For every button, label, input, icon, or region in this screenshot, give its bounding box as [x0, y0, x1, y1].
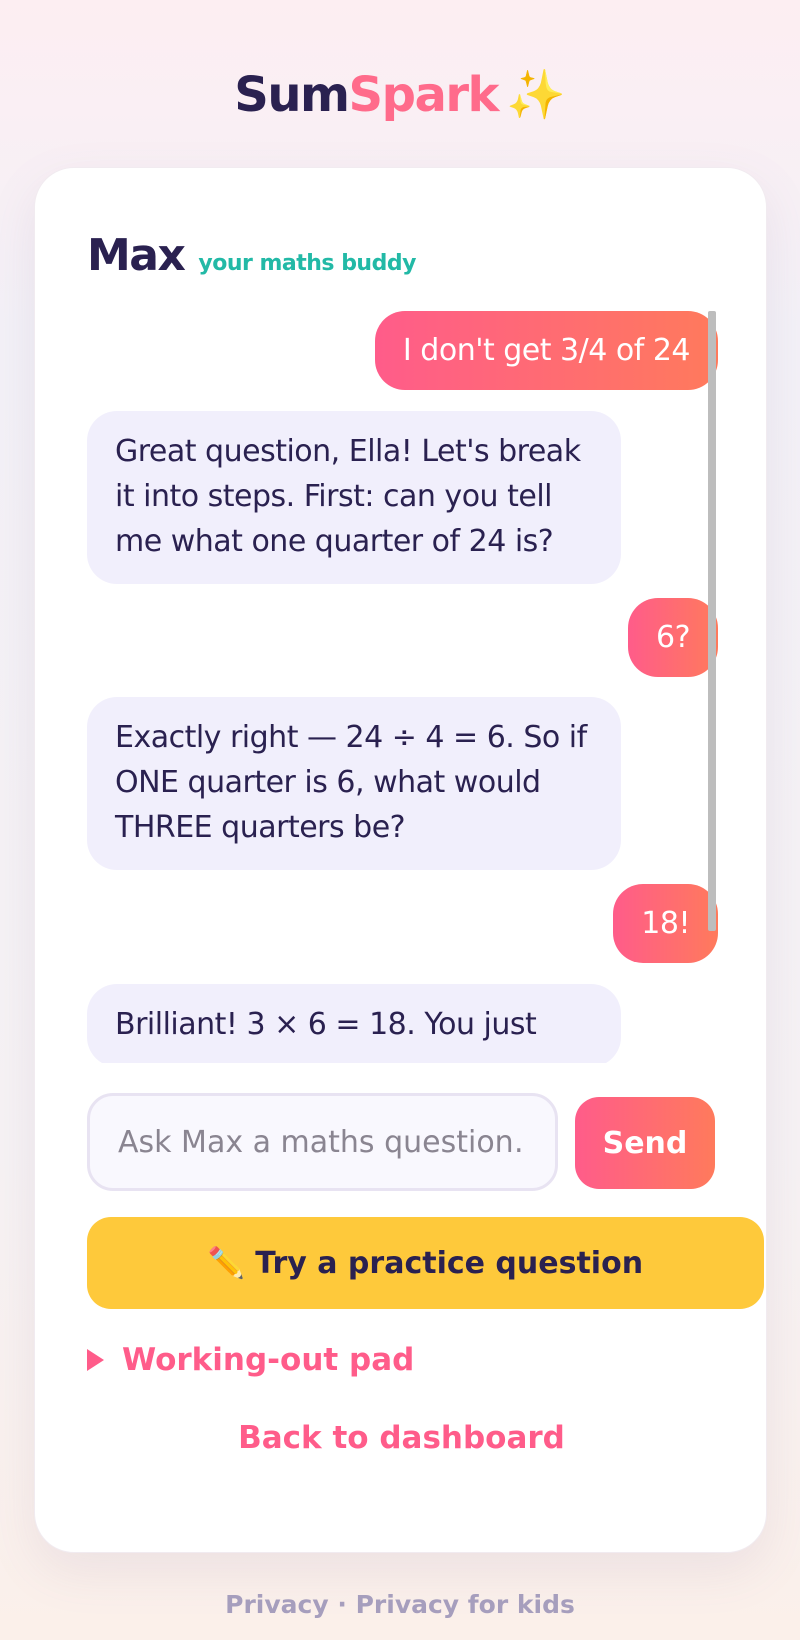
back-to-dashboard-link[interactable]: Back to dashboard	[35, 1420, 768, 1456]
app-logo: SumSpark ✨	[0, 66, 800, 123]
logo-text-spark: Spark	[348, 67, 500, 123]
working-out-pad-label: Working-out pad	[122, 1342, 415, 1378]
user-message: 6?	[627, 598, 718, 677]
chat-header: Max your maths buddy	[87, 230, 416, 281]
chat-log[interactable]: I don't get 3/4 of 24 Great question, El…	[87, 311, 718, 1063]
user-message: I don't get 3/4 of 24	[374, 311, 718, 390]
bot-message: Great question, Ella! Let's break it int…	[87, 411, 621, 584]
pencil-icon: ✏️	[207, 1245, 246, 1281]
chat-scrollbar[interactable]	[708, 311, 716, 931]
disclosure-triangle-icon	[87, 1349, 104, 1371]
practice-button-label: Try a practice question	[255, 1245, 644, 1281]
working-out-pad-toggle[interactable]: Working-out pad	[87, 1342, 414, 1378]
practice-question-button[interactable]: ✏️ Try a practice question	[87, 1217, 764, 1309]
sparkle-icon: ✨	[505, 67, 566, 123]
bot-message: Exactly right — 24 ÷ 4 = 6. So if ONE qu…	[87, 697, 621, 870]
question-input[interactable]	[87, 1093, 558, 1191]
tutor-subtitle: your maths buddy	[198, 251, 416, 276]
footer-separator: ·	[337, 1590, 347, 1619]
user-message: 18!	[613, 884, 718, 963]
chat-card: Max your maths buddy I don't get 3/4 of …	[34, 167, 767, 1553]
footer: Privacy · Privacy for kids	[0, 1590, 800, 1619]
privacy-for-kids-link[interactable]: Privacy for kids	[356, 1590, 575, 1619]
logo-text-sum: Sum	[234, 67, 350, 123]
privacy-link[interactable]: Privacy	[225, 1590, 329, 1619]
bot-message: Brilliant! 3 × 6 = 18. You just	[87, 984, 621, 1063]
tutor-name: Max	[87, 230, 186, 281]
send-button[interactable]: Send	[575, 1097, 715, 1189]
